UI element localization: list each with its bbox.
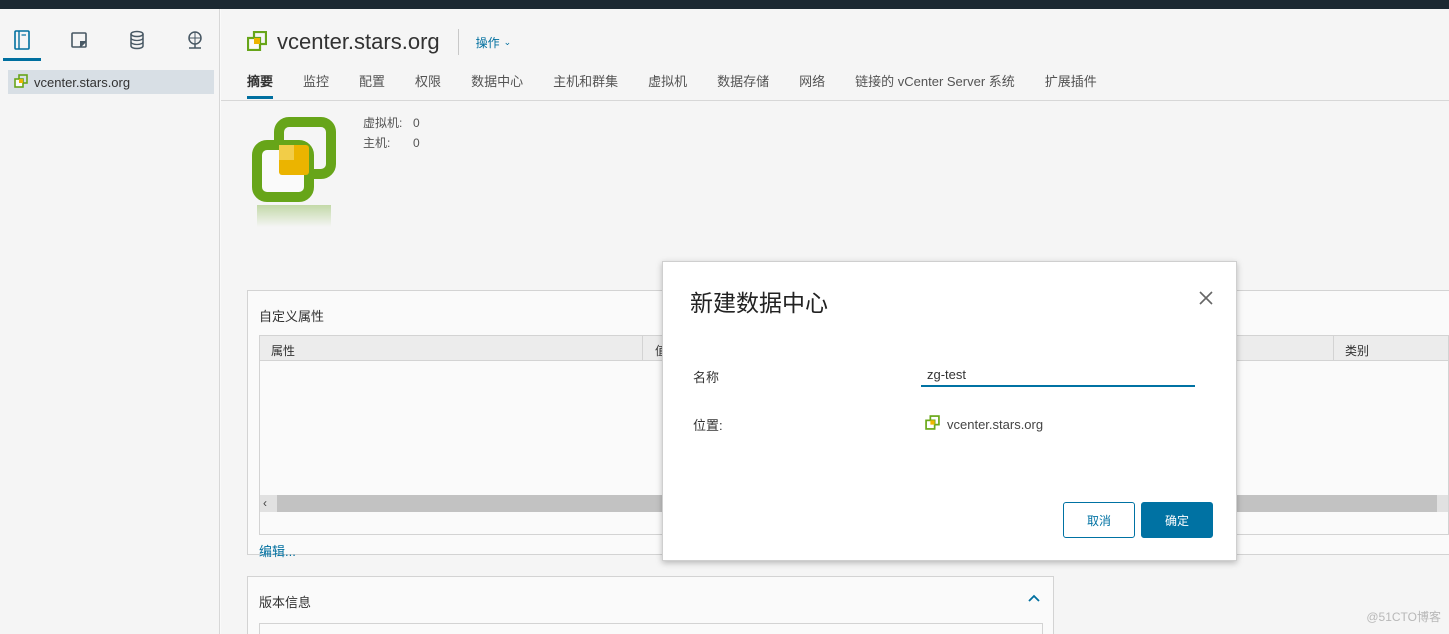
location-label: 位置: [693, 418, 723, 433]
location-text: vcenter.stars.org [947, 416, 1044, 432]
watermark: @51CTO博客 [1366, 610, 1441, 624]
new-datacenter-dialog: 新建数据中心 名称 位置: vcenter.stars.org 取消 确定 [662, 261, 1237, 561]
cancel-button[interactable]: 取消 [1063, 502, 1135, 538]
vcenter-icon [925, 415, 940, 433]
dialog-title: 新建数据中心 [690, 290, 828, 316]
location-value: vcenter.stars.org [925, 415, 1043, 433]
close-icon[interactable] [1198, 290, 1214, 306]
datacenter-name-input[interactable] [921, 363, 1195, 387]
ok-button[interactable]: 确定 [1141, 502, 1213, 538]
name-label: 名称 [693, 370, 720, 385]
